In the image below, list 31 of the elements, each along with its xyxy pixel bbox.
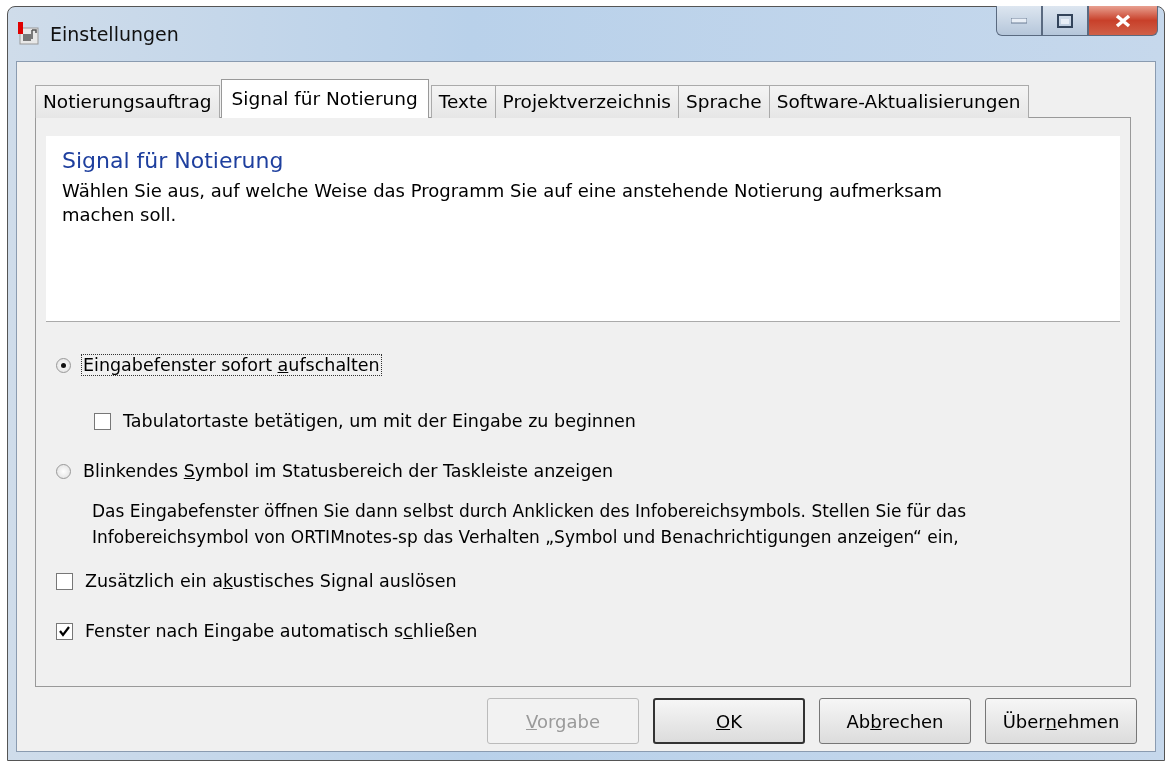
close-icon	[1114, 13, 1132, 28]
page-description: Wählen Sie aus, auf welche Weise das Programm Sie auf eine anstehende Notierung aufmerksam machen soll.	[62, 179, 944, 227]
checkbox[interactable]	[94, 412, 111, 430]
radio-label[interactable]: Eingabefenster sofort aufschalten	[81, 354, 382, 376]
hint-text: Das Eingabefenster öffnen Sie dann selbst durch Anklicken des Infobereichsymbols. Stellen Sie für das Infobereichsymbol von ORTIMnotes-sp das Verhalten „Symbol und Benachrichtigungen anzeigen“ ein,	[92, 500, 967, 549]
window-title: Einstellungen	[50, 23, 179, 45]
close-button[interactable]	[1088, 6, 1158, 36]
checkmark-icon	[59, 625, 70, 637]
app-icon	[18, 22, 40, 46]
dialog-button[interactable]: Abbrechen	[819, 698, 971, 744]
tab[interactable]: Signal für Notierung	[220, 79, 429, 118]
checkbox-label[interactable]: Zusätzlich ein akustisches Signal auslösen	[83, 570, 459, 592]
checkbox[interactable]	[56, 622, 73, 640]
checkbox-label[interactable]: Fenster nach Eingabe automatisch schließen	[83, 620, 480, 642]
checkbox-label[interactable]: Tabulatortaste betätigen, um mit der Eingabe zu beginnen	[121, 410, 638, 432]
tab[interactable]: Projektverzeichnis	[494, 85, 679, 118]
maximize-icon	[1057, 13, 1073, 28]
tab[interactable]: Sprache	[677, 85, 770, 118]
radio-button[interactable]	[56, 357, 71, 373]
dialog-button[interactable]: Übernehmen	[985, 698, 1137, 744]
page-heading: Signal für Notierung	[62, 148, 285, 173]
checkbox[interactable]	[56, 572, 73, 590]
maximize-button[interactable]	[1042, 6, 1088, 36]
radio-button[interactable]	[56, 463, 71, 479]
tab[interactable]: Notierungsauftrag	[35, 85, 220, 118]
radio-label[interactable]: Blinkendes Symbol im Statusbereich der Taskleiste anzeigen	[81, 460, 616, 482]
minimize-icon	[1011, 17, 1027, 24]
tab[interactable]: Texte	[430, 85, 496, 118]
tab[interactable]: Software-Aktualisierungen	[768, 85, 1029, 118]
minimize-button[interactable]	[996, 6, 1042, 36]
dialog-button[interactable]: OK	[653, 698, 805, 744]
